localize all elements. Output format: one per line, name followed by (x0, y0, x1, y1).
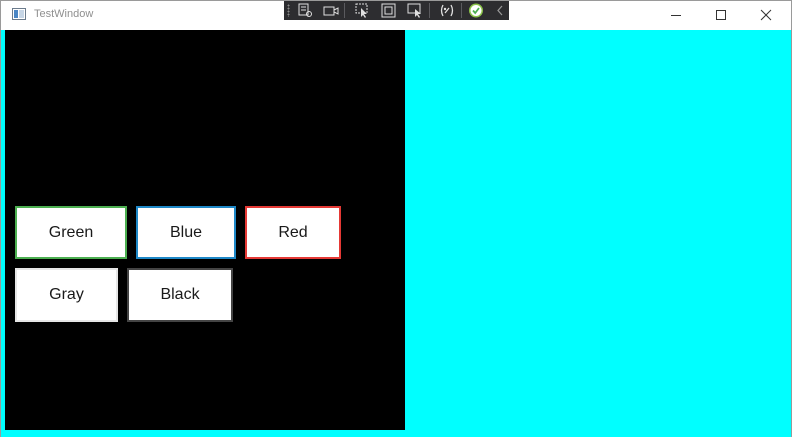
close-button[interactable] (743, 1, 789, 29)
gray-button[interactable]: Gray (15, 268, 118, 322)
app-window-icon (12, 8, 26, 20)
xaml-debug-toolbar (284, 1, 509, 20)
minimize-button[interactable] (653, 1, 699, 29)
bottom-edge-strip (5, 430, 405, 437)
cyan-panel (405, 30, 791, 437)
record-icon[interactable] (323, 3, 339, 18)
blue-button-label: Blue (169, 223, 203, 241)
title-bar[interactable]: TestWindow (1, 1, 791, 29)
toolbar-separator (429, 3, 430, 18)
hot-reload-status-icon[interactable] (468, 3, 484, 18)
gray-button-label: Gray (49, 286, 84, 303)
green-button-label: Green (48, 223, 94, 241)
minimize-icon (671, 15, 681, 16)
blue-button[interactable]: Blue (136, 206, 236, 259)
black-button-label: Black (160, 286, 200, 303)
red-button-label: Red (278, 223, 308, 241)
maximize-button[interactable] (698, 1, 744, 29)
close-icon (760, 9, 772, 21)
app-window: TestWindow Green Blue Red Gray Black (0, 0, 792, 437)
binding-failures-icon[interactable] (439, 3, 455, 18)
maximize-icon (716, 10, 726, 20)
toolbar-grip-icon[interactable] (287, 4, 290, 17)
display-layout-adorners-icon[interactable] (381, 3, 397, 18)
toolbar-separator (344, 3, 345, 18)
green-button[interactable]: Green (15, 206, 127, 259)
track-focus-icon[interactable] (407, 3, 423, 18)
live-visual-tree-icon[interactable] (297, 3, 313, 18)
window-title: TestWindow (34, 8, 94, 20)
collapse-toolbar-icon[interactable] (492, 3, 508, 18)
red-button[interactable]: Red (245, 206, 341, 259)
toolbar-separator (461, 3, 462, 18)
select-element-icon[interactable] (355, 3, 371, 18)
black-button[interactable]: Black (127, 268, 233, 322)
